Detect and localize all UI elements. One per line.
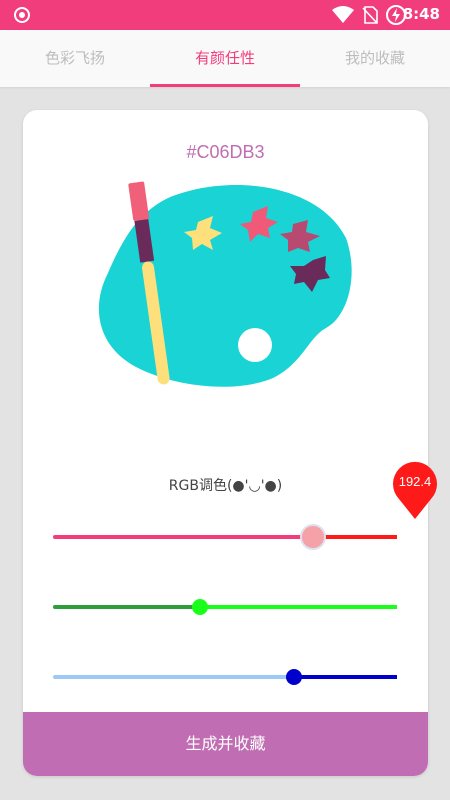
green-slider[interactable]: [53, 592, 397, 622]
color-mixer-card: #C06DB3 RGB调色(●'◡'●) 生成并收藏: [23, 110, 428, 776]
red-slider-track-filled: [53, 535, 313, 539]
blue-slider[interactable]: [53, 662, 397, 692]
clock-time: 8:48: [402, 5, 440, 23]
value-pin-icon: [393, 461, 437, 519]
green-slider-thumb[interactable]: [192, 599, 208, 615]
tab-bar: 色彩飞扬 有颜任性 我的收藏: [0, 30, 450, 87]
green-slider-track-filled: [53, 605, 200, 609]
wifi-icon: [332, 6, 354, 23]
blue-slider-track-remaining: [294, 675, 397, 679]
red-slider-thumb[interactable]: [300, 524, 326, 550]
record-icon: [14, 7, 30, 23]
blue-slider-thumb[interactable]: [286, 669, 302, 685]
tab-custom-color[interactable]: 有颜任性: [150, 30, 300, 87]
status-bar: 8:48: [0, 0, 450, 30]
red-value-text: 192.4: [398, 474, 432, 489]
red-slider[interactable]: [53, 522, 397, 552]
generate-and-save-button[interactable]: 生成并收藏: [23, 712, 428, 776]
blue-slider-track-filled: [53, 675, 294, 679]
hex-color-value: #C06DB3: [186, 142, 265, 162]
no-sim-icon: [362, 6, 378, 24]
rgb-mixer-label: RGB调色(●'◡'●): [168, 478, 283, 494]
tab-colors-fly[interactable]: 色彩飞扬: [0, 30, 150, 87]
tab-my-favorites[interactable]: 我的收藏: [300, 30, 450, 87]
paint-palette-icon: [98, 181, 352, 387]
red-value-bubble: 192.4: [392, 460, 438, 520]
green-slider-track-remaining: [200, 605, 397, 609]
